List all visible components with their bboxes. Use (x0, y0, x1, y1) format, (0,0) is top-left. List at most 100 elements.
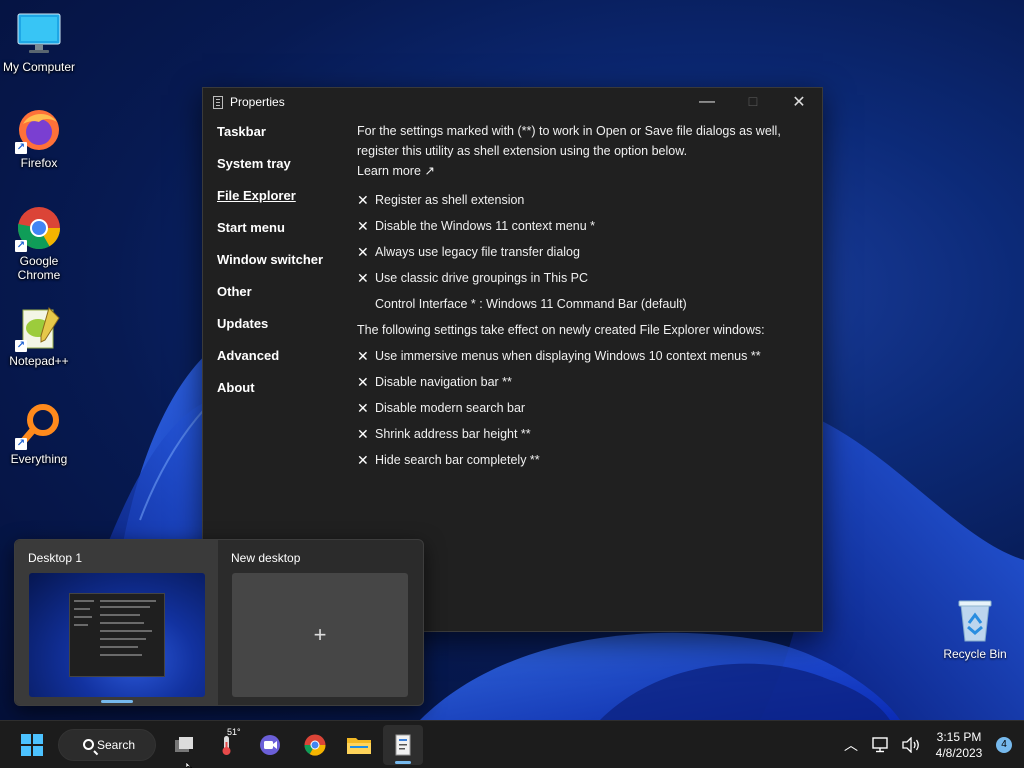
virtual-desktops-panel: Desktop 1 New desktop + (14, 539, 424, 706)
option-label: Shrink address bar height ** (375, 427, 531, 441)
nav-item-window-switcher[interactable]: Window switcher (217, 252, 347, 284)
volume-button[interactable] (896, 721, 926, 768)
maximize-button[interactable]: ☐ (730, 88, 776, 116)
unchecked-x-icon: ✕ (357, 243, 369, 260)
mini-window-preview (69, 593, 165, 677)
option-classic-drive-groupings[interactable]: ✕ Use classic drive groupings in This PC (357, 265, 807, 291)
properties-taskbar-button[interactable] (383, 725, 423, 765)
unchecked-x-icon: ✕ (357, 269, 369, 286)
start-button[interactable] (12, 725, 52, 765)
taskbar: Search 51° ︿ 3:15 PM 4/8/2023 4 (0, 720, 1024, 768)
meet-app-button[interactable] (250, 725, 290, 765)
properties-app-icon (395, 734, 411, 756)
option-register-shell-extension[interactable]: ✕ Register as shell extension (357, 187, 807, 213)
task-view-icon (175, 737, 193, 752)
network-button[interactable] (866, 721, 896, 768)
running-indicator (395, 761, 411, 764)
notification-badge[interactable]: 4 (996, 737, 1012, 753)
close-button[interactable]: ✕ (776, 88, 822, 116)
show-hidden-icons-button[interactable]: ︿ (836, 721, 866, 768)
nav-item-about[interactable]: About (217, 380, 347, 412)
option-hide-search-bar[interactable]: ✕ Hide search bar completely ** (357, 447, 807, 473)
task-view-button[interactable] (164, 725, 204, 765)
close-icon: ✕ (792, 94, 806, 111)
learn-more-link[interactable]: Learn more ↗ (357, 161, 807, 181)
option-disable-navigation-bar[interactable]: ✕ Disable navigation bar ** (357, 369, 807, 395)
virtual-desktop-1[interactable]: Desktop 1 (15, 540, 218, 705)
option-disable-win11-context-menu[interactable]: ✕ Disable the Windows 11 context menu * (357, 213, 807, 239)
recycle-bin-icon (951, 597, 999, 645)
option-label: Register as shell extension (375, 193, 525, 207)
shortcut-arrow-icon: ↗ (15, 240, 27, 252)
minimize-button[interactable]: — (684, 88, 730, 116)
nav-item-start-menu[interactable]: Start menu (217, 220, 347, 252)
shortcut-arrow-icon: ↗ (15, 438, 27, 450)
desktop-icon-everything[interactable]: ↗ Everything (1, 402, 77, 466)
file-explorer-icon (347, 738, 371, 754)
monitor-icon (15, 10, 63, 58)
option-legacy-file-transfer-dialog[interactable]: ✕ Always use legacy file transfer dialog (357, 239, 807, 265)
new-desktop-label: New desktop (231, 551, 301, 565)
intro-text: For the settings marked with (**) to wor… (357, 124, 781, 158)
meet-icon (260, 735, 280, 755)
clock[interactable]: 3:15 PM 4/8/2023 (926, 729, 992, 761)
clock-date: 4/8/2023 (935, 746, 983, 760)
desktop-icon-recycle-bin[interactable]: Recycle Bin (938, 597, 1012, 661)
shortcut-arrow-icon: ↗ (15, 142, 27, 154)
nav-item-other[interactable]: Other (217, 284, 347, 316)
desktop-1-thumbnail (29, 573, 205, 697)
weather-temp: 51° (227, 727, 241, 737)
unchecked-x-icon: ✕ (357, 217, 369, 234)
file-explorer-button[interactable] (339, 725, 379, 765)
section-note: The following settings take effect on ne… (357, 323, 765, 337)
nav-item-file-explorer[interactable]: File Explorer (217, 188, 347, 220)
unchecked-x-icon: ✕ (357, 399, 369, 416)
file-explorer-settings: For the settings marked with (**) to wor… (357, 121, 807, 473)
desktop-1-label: Desktop 1 (28, 551, 83, 565)
unchecked-x-icon: ✕ (357, 373, 369, 390)
desktop-icon-my-computer[interactable]: My Computer (1, 10, 77, 74)
speaker-icon (902, 737, 919, 753)
window-title: Properties (230, 95, 285, 109)
active-desktop-indicator (101, 700, 133, 703)
shortcut-arrow-icon: ↗ (15, 340, 27, 352)
new-desktop-tile[interactable]: + (232, 573, 408, 697)
mouse-cursor-icon (186, 762, 193, 768)
option-label: Use immersive menus when displaying Wind… (375, 349, 761, 363)
start-icon (21, 734, 43, 756)
option-shrink-address-bar[interactable]: ✕ Shrink address bar height ** (357, 421, 807, 447)
everything-icon: ↗ (15, 402, 63, 450)
desktop-icon-notepadpp[interactable]: ↗ Notepad++ (1, 304, 77, 368)
nav-item-advanced[interactable]: Advanced (217, 348, 347, 380)
unchecked-x-icon: ✕ (357, 451, 369, 468)
search-label: Search (97, 738, 136, 752)
option-label: Use classic drive groupings in This PC (375, 271, 589, 285)
clock-time: 3:15 PM (936, 730, 982, 744)
unchecked-x-icon: ✕ (357, 191, 369, 208)
properties-app-icon (213, 95, 223, 109)
system-tray: ︿ 3:15 PM 4/8/2023 4 (836, 721, 1024, 768)
nav-item-updates[interactable]: Updates (217, 316, 347, 348)
search-icon (83, 739, 94, 750)
firefox-icon: ↗ (15, 106, 63, 154)
option-label: Always use legacy file transfer dialog (375, 245, 580, 259)
chrome-icon: ↗ (15, 204, 63, 252)
maximize-icon: ☐ (747, 95, 759, 109)
option-label: Disable navigation bar ** (375, 375, 512, 389)
nav-item-system-tray[interactable]: System tray (217, 156, 347, 188)
chrome-taskbar-button[interactable] (295, 725, 335, 765)
chrome-icon (304, 734, 326, 756)
weather-widget[interactable]: 51° (207, 725, 247, 765)
control-interface-selector[interactable]: Control Interface * : Windows 11 Command… (357, 291, 807, 317)
desktop-icon-firefox[interactable]: ↗ Firefox (1, 106, 77, 170)
chevron-up-icon: ︿ (844, 737, 858, 753)
option-disable-modern-search-bar[interactable]: ✕ Disable modern search bar (357, 395, 807, 421)
new-desktop[interactable]: New desktop + (218, 540, 421, 705)
control-interface-label: Control Interface * : Windows 11 Command… (375, 297, 687, 311)
unchecked-x-icon: ✕ (357, 347, 369, 364)
option-label: Hide search bar completely ** (375, 453, 540, 467)
option-immersive-menus[interactable]: ✕ Use immersive menus when displaying Wi… (357, 343, 807, 369)
nav-item-taskbar[interactable]: Taskbar (217, 124, 347, 156)
desktop-icon-google-chrome[interactable]: ↗ Google Chrome (1, 204, 77, 282)
taskbar-search[interactable]: Search (58, 729, 156, 761)
